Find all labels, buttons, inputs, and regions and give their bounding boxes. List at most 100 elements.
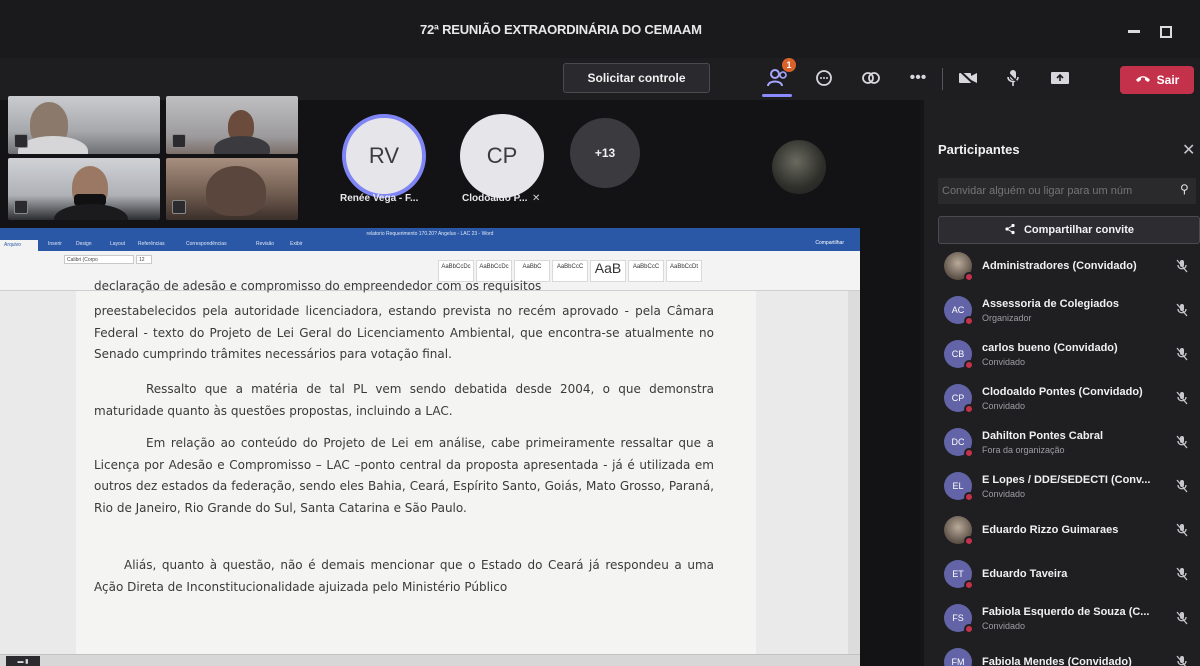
participant-name: Clodoaldo Pontes (Convidado) bbox=[982, 386, 1143, 398]
participant-avatar: FM bbox=[944, 648, 972, 666]
more-participants-button[interactable]: +13 bbox=[570, 118, 640, 188]
word-share-button[interactable]: Compartilhar bbox=[815, 240, 844, 246]
participant-avatar[interactable]: RV bbox=[342, 114, 426, 198]
word-tab[interactable]: Inserir bbox=[48, 241, 62, 247]
font-size-select[interactable]: 12 bbox=[136, 255, 152, 264]
share-screen-icon[interactable] bbox=[1047, 66, 1073, 90]
word-tab-file[interactable]: Arquivo bbox=[0, 240, 38, 251]
shared-word-window: relatorio Requerimento 170.20? Angelus -… bbox=[0, 228, 860, 666]
panel-title: Participantes bbox=[938, 142, 1020, 157]
participant-row[interactable]: CP Clodoaldo Pontes (Convidado) Convidado bbox=[924, 376, 1200, 420]
camera-off-icon[interactable] bbox=[955, 66, 981, 90]
camera-off-icon bbox=[172, 134, 186, 148]
presence-status-icon bbox=[964, 448, 974, 458]
word-tab[interactable]: Layout bbox=[110, 241, 125, 247]
mic-off-icon bbox=[1176, 391, 1188, 408]
share-invite-label: Compartilhar convite bbox=[1023, 224, 1135, 236]
participant-row[interactable]: ET Eduardo Taveira bbox=[924, 552, 1200, 596]
participants-panel: Participantes ✕ ⚲ Compartilhar convite A… bbox=[924, 100, 1200, 666]
participant-role: Convidado bbox=[982, 357, 1026, 367]
participant-role: Convidado bbox=[982, 621, 1026, 631]
document-scrollbar[interactable] bbox=[848, 291, 860, 654]
participant-video-tile[interactable] bbox=[8, 96, 160, 154]
document-paragraph: Em relação ao conteúdo do Projeto de Lei… bbox=[94, 436, 714, 515]
participant-video-tile[interactable] bbox=[166, 96, 298, 154]
paragraph-cut-line: declaração de adesão e compromisso do em… bbox=[94, 279, 542, 293]
minimize-icon[interactable] bbox=[1128, 30, 1140, 33]
camera-off-icon bbox=[14, 134, 28, 148]
toolbar-divider bbox=[942, 68, 943, 90]
participant-name: E Lopes / DDE/SEDECTI (Conv... bbox=[982, 474, 1151, 486]
close-icon[interactable]: ✕ bbox=[1182, 140, 1195, 160]
word-tab[interactable]: Exibir bbox=[290, 241, 303, 247]
search-icon[interactable]: ⚲ bbox=[1180, 182, 1189, 196]
participant-avatar[interactable]: CP bbox=[460, 114, 544, 198]
title-bar: 72ª REUNIÃO EXTRAORDINÁRIA DO CEMAAM bbox=[0, 0, 1200, 58]
mic-off-icon bbox=[1176, 303, 1188, 320]
reactions-icon[interactable] bbox=[858, 66, 884, 90]
participant-row[interactable]: AC Assessoria de Colegiados Organizador bbox=[924, 288, 1200, 332]
request-control-button[interactable]: Solicitar controle bbox=[563, 63, 710, 93]
document-paragraph: preestabelecidos pela autoridade licenci… bbox=[94, 304, 714, 361]
leave-button[interactable]: Sair bbox=[1120, 66, 1194, 94]
mic-off-icon bbox=[1176, 655, 1188, 666]
participant-name: carlos bueno (Convidado) bbox=[982, 342, 1118, 354]
participant-role: Fora da organização bbox=[982, 445, 1065, 455]
word-tab[interactable]: Correspondências bbox=[186, 241, 227, 247]
participant-role: Organizador bbox=[982, 313, 1032, 323]
document-paragraph: Ressalto que a matéria de tal PL vem sen… bbox=[94, 382, 714, 418]
participant-row[interactable]: Eduardo Rizzo Guimaraes bbox=[924, 508, 1200, 552]
participant-photo-avatar[interactable] bbox=[772, 140, 826, 194]
presence-status-icon bbox=[964, 624, 974, 634]
chat-icon[interactable] bbox=[811, 66, 837, 90]
participants-count-badge: 1 bbox=[782, 58, 796, 72]
word-title: relatorio Requerimento 170.20? Angelus -… bbox=[0, 228, 860, 240]
mic-off-icon bbox=[1176, 479, 1188, 496]
format-buttons[interactable] bbox=[64, 268, 244, 276]
document-area[interactable]: declaração de adesão e compromisso do em… bbox=[0, 279, 848, 654]
presence-status-icon bbox=[964, 580, 974, 590]
word-status-bar: ▬ ▮ bbox=[0, 654, 860, 666]
presence-status-icon bbox=[964, 536, 974, 546]
mic-off-icon bbox=[1176, 523, 1188, 540]
participant-row[interactable]: EL E Lopes / DDE/SEDECTI (Conv... Convidad… bbox=[924, 464, 1200, 508]
maximize-icon[interactable] bbox=[1160, 26, 1172, 38]
active-indicator bbox=[762, 94, 792, 97]
participant-row[interactable]: FM Fabiola Mendes (Convidado) bbox=[924, 640, 1200, 666]
word-tab[interactable]: Revisão bbox=[256, 241, 274, 247]
font-name-select[interactable]: Calibri (Corpo bbox=[64, 255, 134, 264]
presence-status-icon bbox=[964, 272, 974, 282]
mic-off-icon bbox=[1176, 435, 1188, 452]
participant-video-tile[interactable] bbox=[8, 158, 160, 220]
invite-search-input[interactable] bbox=[938, 178, 1196, 204]
mic-off-icon[interactable] bbox=[1000, 66, 1026, 90]
participant-name: Renée Vega - F... bbox=[340, 193, 419, 204]
more-icon[interactable]: ••• bbox=[905, 66, 931, 90]
mic-off-icon bbox=[1176, 259, 1188, 276]
participant-row[interactable]: CB carlos bueno (Convidado) Convidado bbox=[924, 332, 1200, 376]
participant-row[interactable]: DC Dahilton Pontes Cabral Fora da organiza… bbox=[924, 420, 1200, 464]
participant-name: Administradores (Convidado) bbox=[982, 260, 1137, 272]
participant-name: Dahilton Pontes Cabral bbox=[982, 430, 1104, 442]
participant-row[interactable]: Administradores (Convidado) bbox=[924, 252, 1200, 288]
participant-role: Convidado bbox=[982, 489, 1026, 499]
mic-off-icon: ✕ bbox=[532, 193, 541, 204]
meeting-toolbar: Solicitar controle 1 ••• Sair bbox=[0, 58, 1200, 100]
participant-video-tile[interactable] bbox=[166, 158, 298, 220]
participant-name: Clodoaldo P... bbox=[462, 193, 528, 204]
document-page[interactable]: declaração de adesão e compromisso do em… bbox=[76, 279, 756, 654]
leave-label: Sair bbox=[1156, 73, 1180, 87]
participant-name: Eduardo Taveira bbox=[982, 568, 1068, 580]
word-tab[interactable]: Design bbox=[76, 241, 92, 247]
presence-status-icon bbox=[964, 492, 974, 502]
participant-name: Assessoria de Colegiados bbox=[982, 298, 1119, 310]
word-ribbon-tabs: Arquivo Inserir Design Layout Referência… bbox=[0, 240, 860, 251]
presence-status-icon bbox=[964, 404, 974, 414]
word-tab[interactable]: Referências bbox=[138, 241, 165, 247]
participant-role: Convidado bbox=[982, 401, 1026, 411]
participant-row[interactable]: FS Fabiola Esquerdo de Souza (C... Convida… bbox=[924, 596, 1200, 640]
share-invite-button[interactable]: Compartilhar convite bbox=[938, 216, 1200, 244]
share-icon bbox=[1004, 223, 1016, 238]
presence-status-icon bbox=[964, 316, 974, 326]
participant-name: Eduardo Rizzo Guimaraes bbox=[982, 524, 1119, 536]
